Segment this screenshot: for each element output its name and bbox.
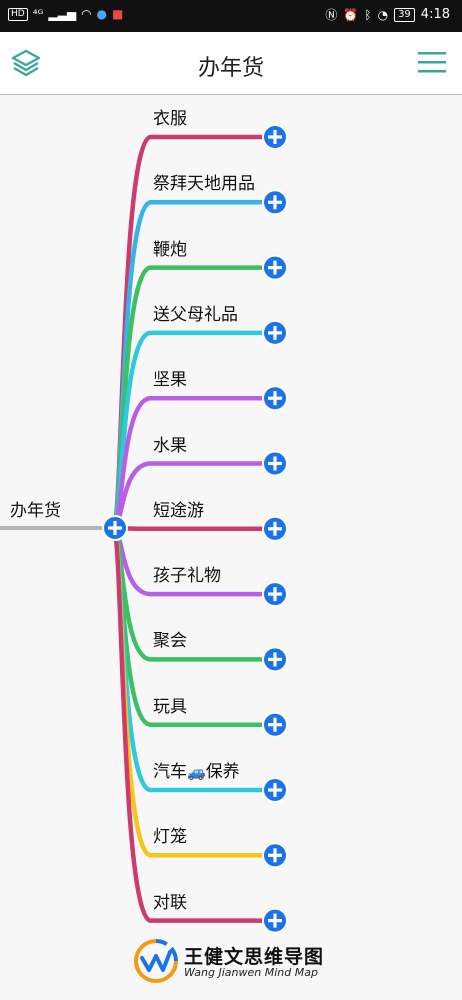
expand-button[interactable] [262,646,288,673]
branch-topic[interactable]: 汽车🚙保养 [153,761,240,783]
branch-topic[interactable]: 衣服 [153,108,187,130]
branch-topic-label: 聚会 [153,631,187,652]
watermark-title: 王健文思维导图 [184,946,325,968]
branch-topic[interactable]: 对联 [153,892,187,914]
wang-jianwen-logo [134,939,178,983]
app-notification-2-icon: ■ [112,7,124,21]
branch-topic-label: 祭拜天地用品 [153,174,255,195]
expand-button[interactable] [262,515,288,542]
branch-topic[interactable]: 灯笼 [153,826,187,848]
branch-topic-label-suffix: 保养 [205,762,240,782]
mindmap-canvas[interactable]: 办年货 衣服祭拜天地用品 鞭炮送父母礼品坚果水果短途游孩子礼物聚会玩具汽车🚙保养灯笼… [0,95,462,1000]
app-notification-icon: ● [96,7,108,21]
status-left-indicators: HD ⁴ᴳ ▂▃▅ ◠ ● ■ [8,7,123,21]
expand-button[interactable] [262,581,288,608]
root-expand-button[interactable] [102,515,128,541]
status-right-indicators: Ⓝ ⏰ ᛒ ◔ 39 4:18 [325,7,450,22]
car-emoji-icon: 🚙 [187,763,206,781]
branch-topic-label: 灯笼 [153,827,187,848]
branch-topic-label: 短途游 [153,500,204,521]
menu-icon [418,52,446,73]
status-bar: HD ⁴ᴳ ▂▃▅ ◠ ● ■ Ⓝ ⏰ ᛒ ◔ 39 4:18 [0,0,462,32]
hd-indicator: HD [8,7,28,21]
branch-topic[interactable]: 玩具 [153,696,187,718]
branch-topic-label: 鞭炮 [153,239,187,260]
branch-topic-label: 衣服 [153,109,187,129]
branch-topic[interactable]: 坚果 [153,369,187,391]
alarm-icon: ⏰ [343,7,359,22]
expand-button[interactable] [262,189,288,216]
branch-topic[interactable]: 水果 [153,435,187,457]
branch-line [112,525,278,727]
watermark-subtitle: Wang Jianwen Mind Map [184,966,318,979]
branch-topic[interactable]: 祭拜天地用品 [153,173,255,195]
branch-topic[interactable]: 鞭炮 [153,239,187,261]
branch-topic[interactable]: 短途游 [153,500,204,522]
branch-topic[interactable]: 孩子礼物 [153,565,221,587]
expand-button[interactable] [262,777,288,803]
expand-button[interactable] [262,254,288,281]
branch-line [112,525,278,532]
nfc-icon: Ⓝ [325,7,338,22]
app-bar: 办年货 [0,32,462,95]
branch-topic-label: 坚果 [153,370,187,391]
battery-indicator: 39 [394,7,415,22]
expand-button[interactable] [262,319,288,346]
branch-topic-label: 玩具 [153,696,187,717]
branch-line [112,330,278,531]
expand-button[interactable] [262,385,288,412]
expand-button[interactable] [262,711,288,738]
branch-line [112,200,278,531]
watermark: 王健文思维导图 Wang Jianwen Mind Map [132,938,332,986]
branch-topic[interactable]: 聚会 [153,630,187,652]
branch-topic-label: 对联 [153,892,187,913]
menu-button[interactable] [418,50,446,74]
branch-topic-label: 汽车 [153,762,187,782]
signal-icon: ▂▃▅ [48,7,77,21]
page-title: 办年货 [197,56,264,81]
expand-button[interactable] [262,450,288,477]
expand-button[interactable] [262,907,288,934]
expand-button[interactable] [262,842,288,869]
branch-topic-label: 孩子礼物 [153,566,221,587]
status-time: 4:18 [420,7,450,22]
root-topic[interactable]: 办年货 [10,500,61,522]
expand-button[interactable] [262,124,288,150]
branch-topic-label: 送父母礼品 [153,304,238,325]
branch-topic[interactable]: 送父母礼品 [153,304,238,326]
bluetooth-icon: ᛒ [364,7,372,22]
mindmap-connectors [0,124,288,934]
data-saver-icon: ◔ [377,7,389,22]
wifi-icon: ◠ [81,7,92,21]
branch-topic-label: 水果 [153,435,187,456]
network-4g-icon: ⁴ᴳ [32,7,44,21]
